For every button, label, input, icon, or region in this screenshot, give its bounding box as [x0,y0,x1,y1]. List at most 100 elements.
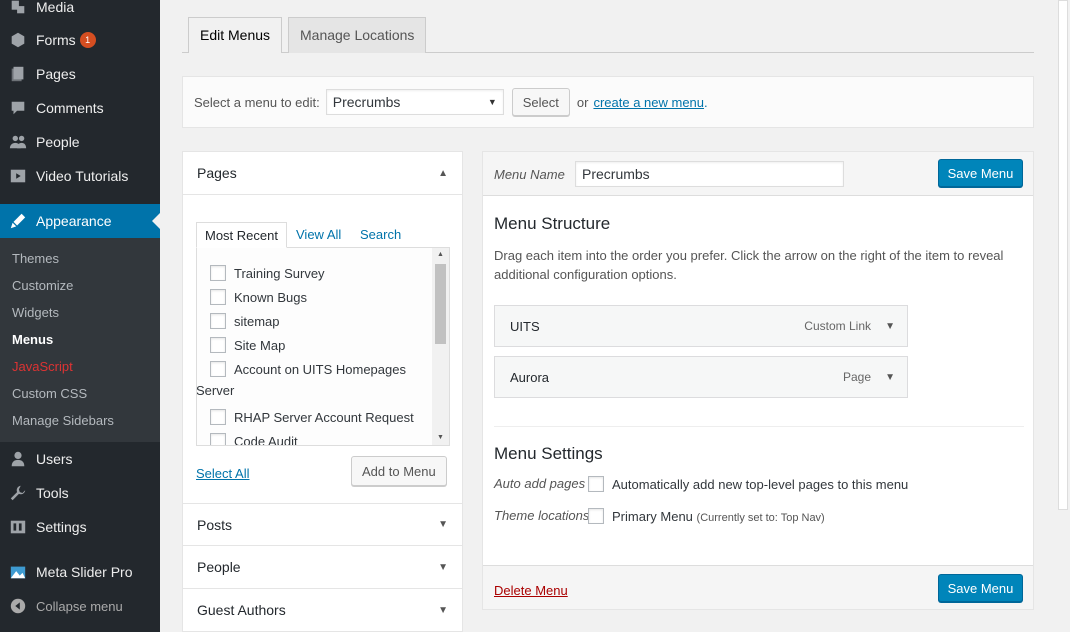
nav-label: Pages [36,66,76,82]
tab-search[interactable]: Search [360,222,401,248]
nav-users[interactable]: Users [0,442,160,476]
auto-add-checkbox[interactable] [588,476,604,492]
posts-section-header[interactable]: Posts ▼ [183,503,462,546]
submenu-widgets[interactable]: Widgets [12,303,59,323]
save-menu-button[interactable]: Save Menu [938,159,1023,187]
forms-icon [0,31,36,49]
select-all-link[interactable]: Select All [196,466,249,481]
nav-people[interactable]: People [0,125,160,159]
primary-menu-checkbox[interactable] [588,508,604,524]
scrollbar-thumb[interactable] [435,264,446,344]
list-item-label-wrap: Server [196,383,235,398]
list-item[interactable]: Training Survey [210,263,325,283]
save-menu-button-bottom[interactable]: Save Menu [938,574,1023,602]
theme-locations-label: Theme locations [494,508,590,523]
nav-meta-slider-pro[interactable]: Meta Slider Pro [0,555,160,589]
menu-select-value: Precrumbs [332,94,401,110]
list-item[interactable]: sitemap [210,311,280,331]
tab-edit-menus[interactable]: Edit Menus [188,17,283,53]
list-item-label: Site Map [234,337,286,353]
guest-authors-section-header[interactable]: Guest Authors ▼ [183,589,462,632]
menu-name-input[interactable]: Precrumbs [575,161,844,187]
nav-appearance[interactable]: Appearance [0,204,160,238]
add-to-menu-button[interactable]: Add to Menu [351,456,447,486]
checkbox[interactable] [210,337,226,353]
menu-item-uits[interactable]: UITS Custom Link ▼ [494,305,908,347]
collapse-menu-button[interactable]: Collapse menu [0,589,160,623]
menu-select-dropdown[interactable]: Precrumbs ▼ [325,89,504,115]
nav-comments[interactable]: Comments [0,91,160,125]
people-section-header[interactable]: People ▼ [183,546,462,589]
users-icon [0,450,36,468]
list-item-label: sitemap [234,313,280,329]
menu-item-aurora[interactable]: Aurora Page ▼ [494,356,908,398]
nav-pages[interactable]: Pages [0,57,160,91]
select-button[interactable]: Select [511,88,570,116]
scroll-up-icon[interactable]: ▲ [432,248,449,262]
list-item[interactable]: RHAP Server Account Request [210,407,414,427]
nav-label: Video Tutorials [36,168,129,184]
list-item[interactable]: Account on UITS Homepages [210,359,406,379]
nav-settings[interactable]: Settings [0,510,160,544]
collapse-label: Collapse menu [36,598,123,614]
nav-label: People [36,134,80,150]
page-checklist[interactable]: Training Survey Known Bugs sitemap Site … [196,247,450,446]
create-new-menu-link[interactable]: create a new menu [593,95,704,110]
chevron-down-icon: ▼ [438,519,448,530]
submenu-themes[interactable]: Themes [12,249,59,269]
page-scrollbar[interactable] [1056,0,1070,632]
period-text: . [704,94,708,110]
list-item-label: Training Survey [234,265,325,281]
appearance-icon [0,212,36,230]
list-item-label: Known Bugs [234,289,307,305]
checkbox[interactable] [210,433,226,445]
list-item[interactable]: Known Bugs [210,287,307,307]
menu-structure-title: Menu Structure [494,214,611,233]
tab-manage-locations[interactable]: Manage Locations [288,17,427,53]
submenu-menus[interactable]: Menus [12,330,53,350]
nav-tools[interactable]: Tools [0,476,160,510]
posts-section-title: Posts [197,516,233,533]
page-scrollbar-thumb[interactable] [1058,0,1068,510]
submenu-customize[interactable]: Customize [12,276,73,296]
tab-view-all[interactable]: View All [296,222,341,248]
submenu-javascript[interactable]: JavaScript [12,357,73,377]
chevron-down-icon[interactable]: ▼ [885,372,895,383]
checkbox[interactable] [210,289,226,305]
chevron-down-icon: ▼ [438,604,448,616]
people-icon [0,133,36,151]
list-item-label: RHAP Server Account Request [234,409,414,425]
pages-section-header[interactable]: Pages ▲ [183,152,462,195]
video-icon [0,167,36,185]
menu-settings-title: Menu Settings [494,444,603,463]
list-item-label: Account on UITS Homepages [234,361,406,377]
scroll-down-icon[interactable]: ▼ [432,431,449,445]
nav-label: Media [36,0,75,15]
nav-media[interactable]: Media [0,0,160,24]
select-menu-label: Select a menu to edit: [194,94,320,110]
checkbox[interactable] [210,265,226,281]
chevron-down-icon: ▼ [438,561,448,573]
primary-menu-option: Primary Menu (Currently set to: Top Nav) [612,509,825,524]
list-scrollbar[interactable]: ▲ ▼ [432,248,449,445]
nav-label: Forms [36,32,76,48]
admin-sidebar: Media Forms 1 Pages Comments People Vide… [0,0,160,632]
delete-menu-link[interactable]: Delete Menu [494,583,568,598]
pages-icon [0,65,36,83]
checkbox[interactable] [210,409,226,425]
list-item[interactable]: Code Audit [210,431,298,445]
submenu-custom-css[interactable]: Custom CSS [12,384,87,404]
chevron-down-icon[interactable]: ▼ [885,321,895,332]
nav-label: Users [36,451,73,467]
nav-label: Meta Slider Pro [36,564,133,580]
checkbox[interactable] [210,313,226,329]
divider [494,426,1024,427]
nav-forms[interactable]: Forms 1 [0,23,160,57]
submenu-manage-sidebars[interactable]: Manage Sidebars [12,411,114,431]
menu-structure-help: Drag each item into the order you prefer… [494,248,1004,282]
nav-video-tutorials[interactable]: Video Tutorials [0,159,160,193]
nav-label: Settings [36,519,87,535]
checkbox[interactable] [210,361,226,377]
tab-most-recent[interactable]: Most Recent [196,222,287,248]
list-item[interactable]: Site Map [210,335,285,355]
